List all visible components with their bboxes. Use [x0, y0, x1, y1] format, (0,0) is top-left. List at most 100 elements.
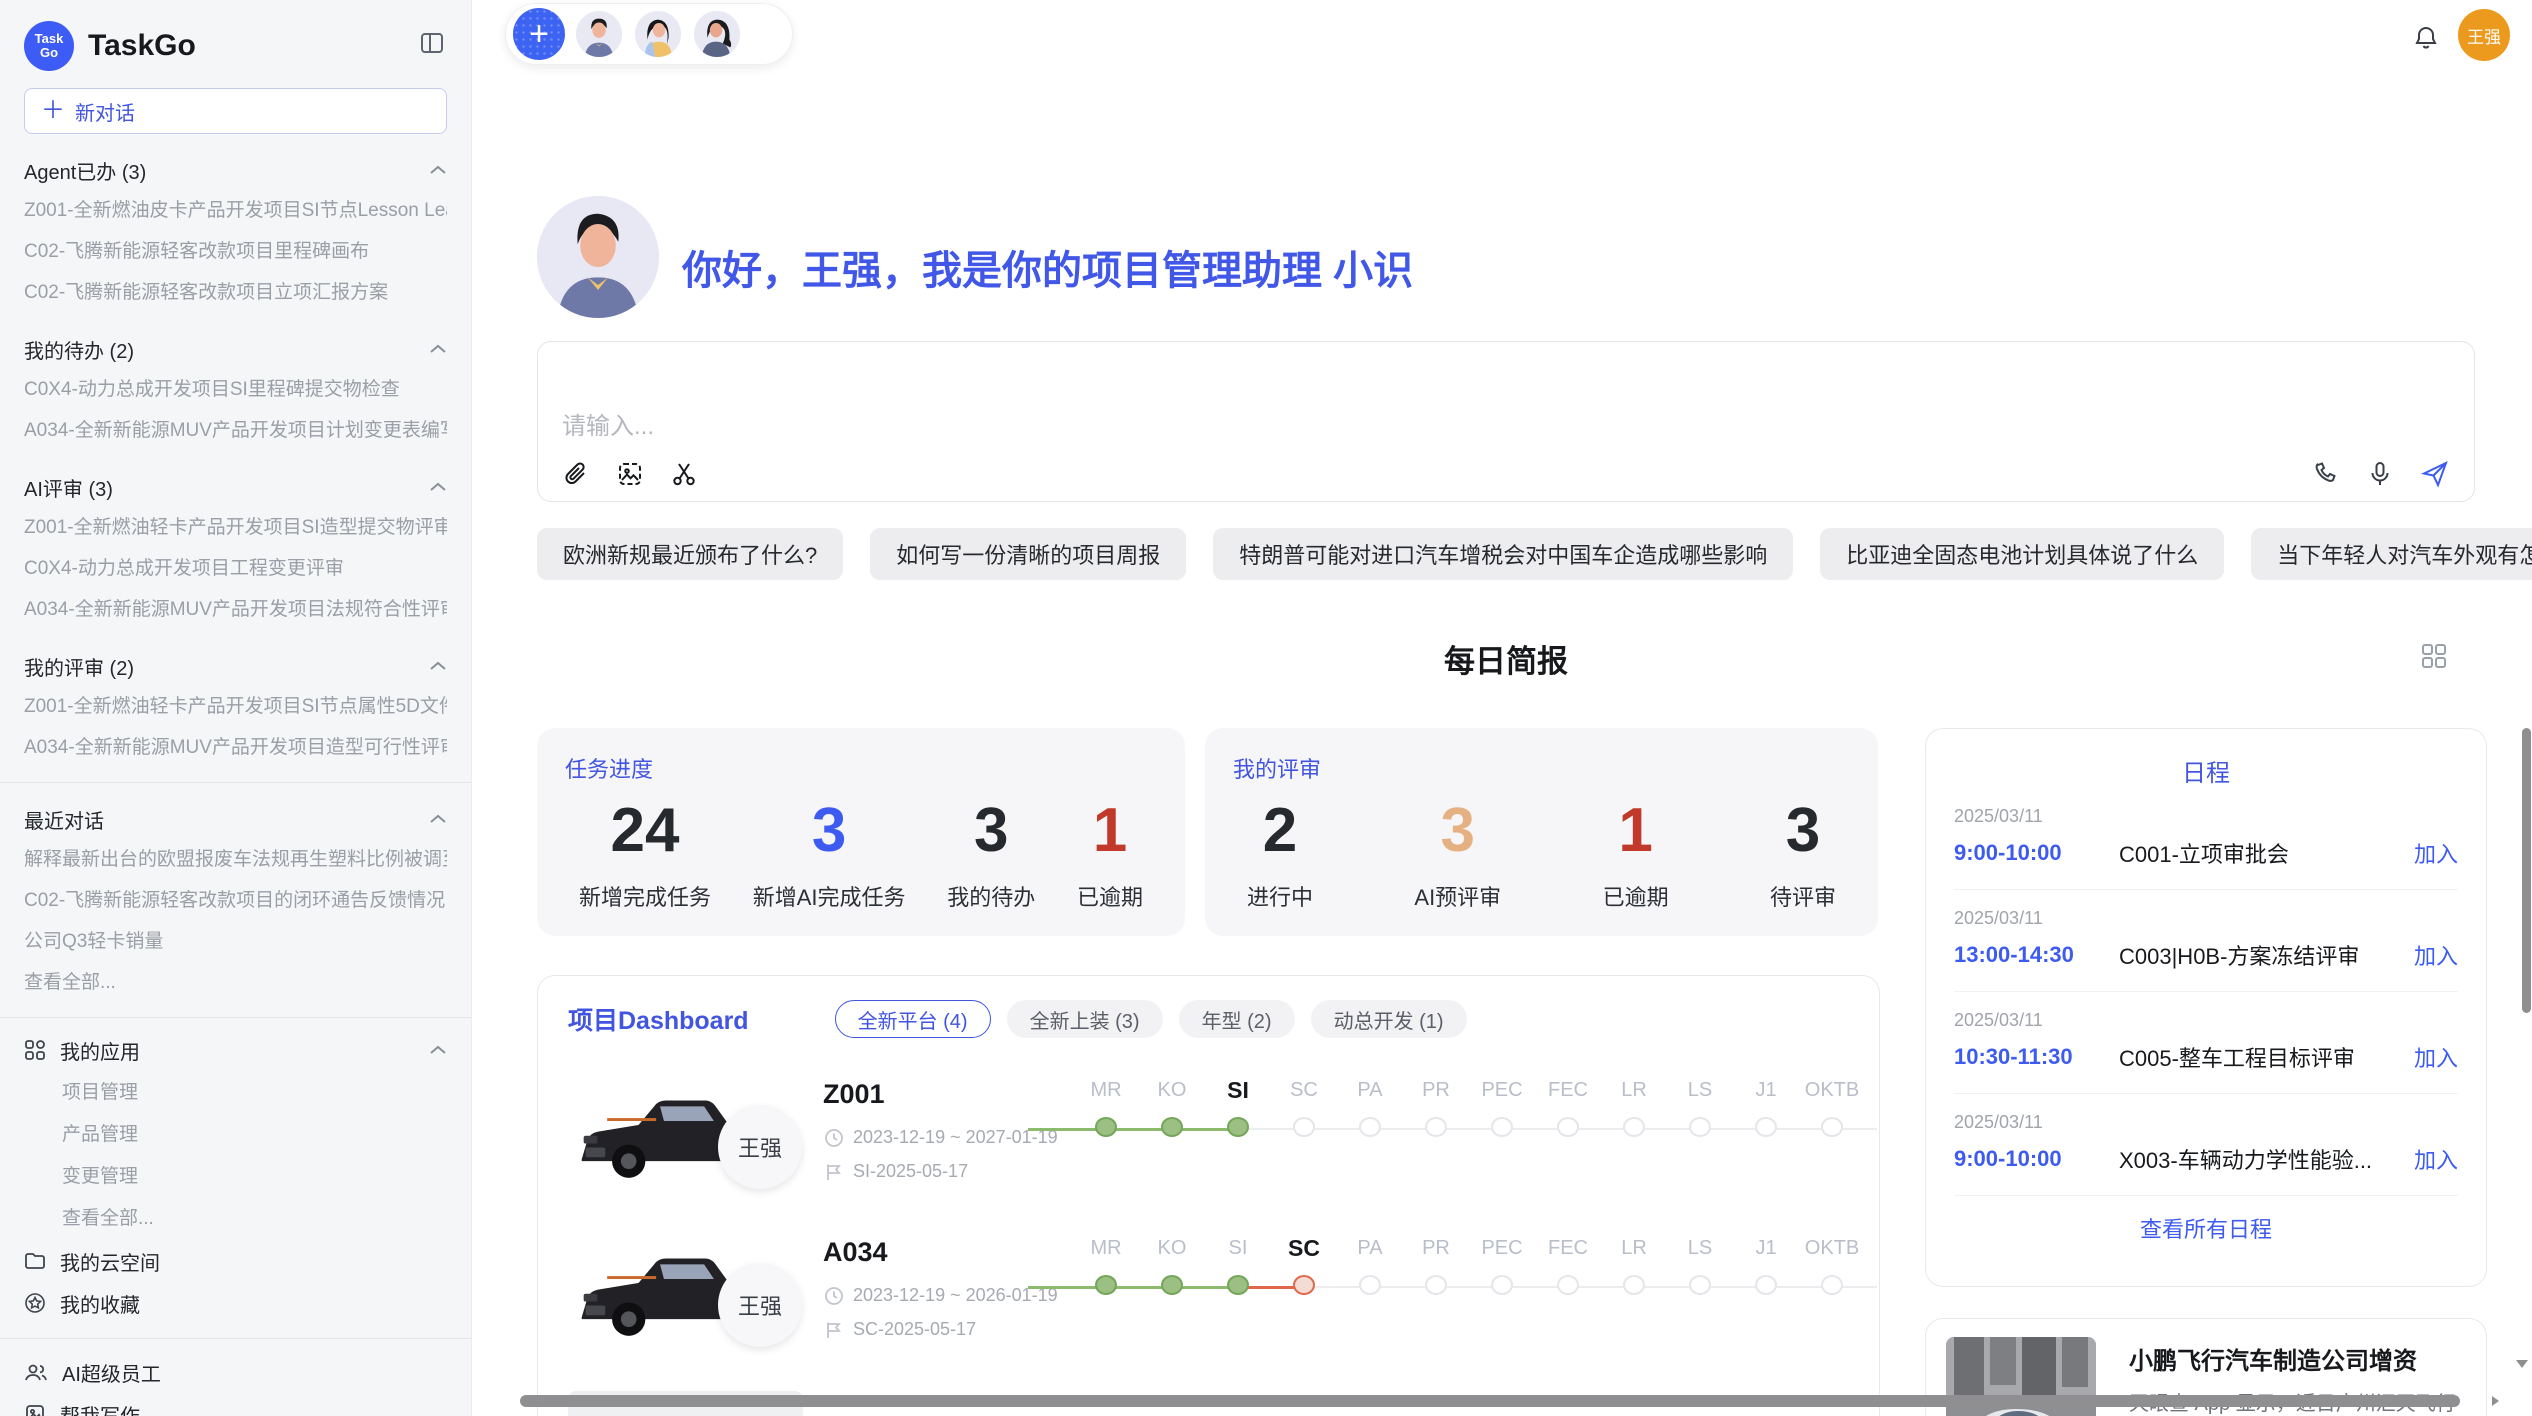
- sidebar-item-change-mgmt[interactable]: 变更管理: [24, 1156, 447, 1198]
- attachment-icon[interactable]: [562, 460, 590, 488]
- suggestion-chip[interactable]: 特朗普可能对进口汽车增税会对中国车企造成哪些影响: [1213, 528, 1793, 580]
- join-link[interactable]: 加入: [2414, 1143, 2458, 1175]
- vertical-scrollbar[interactable]: [2522, 728, 2531, 1013]
- scroll-right-arrow-icon[interactable]: [2488, 1394, 2502, 1408]
- list-item[interactable]: C02-飞腾新能源轻客改款项目里程碑画布: [24, 231, 447, 272]
- sidebar-item-my-apps[interactable]: 我的应用: [24, 1028, 447, 1072]
- list-item[interactable]: A034-全新新能源MUV产品开发项目法规符合性评审: [24, 589, 447, 630]
- card-title: 我的评审: [1233, 752, 1850, 784]
- chat-input[interactable]: [538, 342, 2474, 442]
- sidebar-item-help-writing[interactable]: 帮我写作: [24, 1393, 447, 1416]
- users-icon: [24, 1361, 48, 1383]
- list-item[interactable]: Z001-全新燃油轻卡产品开发项目SI节点属性5D文件评审: [24, 686, 447, 727]
- list-item[interactable]: A034-全新新能源MUV产品开发项目计划变更表编写: [24, 410, 447, 451]
- news-title: 小鹏飞行汽车制造公司增资: [2129, 1341, 2417, 1376]
- project-dashboard-card: 项目Dashboard 全新平台 (4) 全新上装 (3) 年型 (2) 动总开…: [537, 975, 1880, 1416]
- sidebar-item-favorites[interactable]: 我的收藏: [24, 1282, 447, 1324]
- tab-model-year[interactable]: 年型 (2): [1179, 1000, 1295, 1038]
- list-item[interactable]: C0X4-动力总成开发项目SI里程碑提交物检查: [24, 369, 447, 410]
- event-time: 10:30-11:30: [1954, 1044, 2119, 1070]
- join-link[interactable]: 加入: [2414, 939, 2458, 971]
- project-owner-badge: 王强: [718, 1105, 802, 1189]
- chevron-up-icon: [429, 660, 447, 672]
- agent-avatar-bar: +: [505, 3, 793, 65]
- list-item[interactable]: C02-飞腾新能源轻客改款项目的闭环通告反馈情况: [24, 880, 447, 921]
- image-icon[interactable]: [616, 460, 644, 488]
- microphone-icon[interactable]: [2366, 460, 2394, 488]
- project-dates: 2023-12-19 ~ 2027-01-19: [824, 1127, 1058, 1148]
- layout-grid-icon[interactable]: [2420, 642, 2448, 670]
- chat-input-card: [537, 341, 2475, 502]
- section-my-todo: 我的待办 (2) C0X4-动力总成开发项目SI里程碑提交物检查 A034-全新…: [24, 329, 447, 451]
- project-milestone-tag: SI-2025-05-17: [824, 1161, 968, 1182]
- join-link[interactable]: 加入: [2414, 837, 2458, 869]
- avatar[interactable]: [692, 9, 742, 59]
- list-item[interactable]: 解释最新出台的欧盟报废车法规再生塑料比例被调至15%...: [24, 839, 447, 880]
- project-row[interactable]: 王强 A034 2023-12-19 ~ 2026-01-19 SC-2025-…: [538, 1219, 1879, 1377]
- list-item[interactable]: C0X4-动力总成开发项目工程变更评审: [24, 548, 447, 589]
- section-title[interactable]: Agent已办 (3): [24, 150, 447, 190]
- suggestion-chip[interactable]: 当下年轻人对汽车外观有怎样的喜好趋势: [2251, 528, 2532, 580]
- join-link[interactable]: 加入: [2414, 1041, 2458, 1073]
- list-item[interactable]: Z001-全新燃油轻卡产品开发项目SI造型提交物评审: [24, 507, 447, 548]
- user-avatar[interactable]: 王强: [2458, 9, 2510, 61]
- stat-overdue: 1 已逾期: [1603, 794, 1669, 912]
- scroll-down-arrow-icon[interactable]: [2514, 1358, 2530, 1370]
- sidebar-item-cloud-space[interactable]: 我的云空间: [24, 1240, 447, 1282]
- view-all-chats[interactable]: 查看全部...: [24, 962, 447, 1003]
- horizontal-scrollbar[interactable]: [520, 1395, 2460, 1407]
- plus-icon: ＋: [41, 101, 65, 121]
- avatar[interactable]: [574, 9, 624, 59]
- sidebar: Task Go TaskGo ＋ 新对话 Agent已办 (3) Z001-全新…: [0, 0, 472, 1416]
- phone-icon[interactable]: [2312, 460, 2340, 488]
- list-item[interactable]: A034-全新新能源MUV产品开发项目造型可行性评审: [24, 727, 447, 768]
- stat-ai-prereview: 3 AI预评审: [1414, 794, 1501, 912]
- suggestion-chip[interactable]: 如何写一份清晰的项目周报: [870, 528, 1186, 580]
- chevron-up-icon: [429, 481, 447, 493]
- suggestion-chips: 欧洲新规最近颁布了什么? 如何写一份清晰的项目周报 特朗普可能对进口汽车增税会对…: [537, 528, 2475, 580]
- milestone-stepper: MR KO SI SC PA PR PEC FEC LR LS J1 OKTB: [1073, 1233, 1865, 1319]
- send-icon[interactable]: [2420, 459, 2450, 489]
- divider: [0, 1338, 471, 1339]
- new-chat-button[interactable]: ＋ 新对话: [24, 88, 447, 134]
- stat-ai-done: 3 新增AI完成任务: [753, 794, 906, 912]
- list-item[interactable]: Z001-全新燃油皮卡产品开发项目SI节点Lesson Learn报告: [24, 190, 447, 231]
- view-all-schedule-link[interactable]: 查看所有日程: [1954, 1212, 2458, 1244]
- suggestion-chip[interactable]: 欧洲新规最近颁布了什么?: [537, 528, 843, 580]
- tab-powertrain[interactable]: 动总开发 (1): [1311, 1000, 1467, 1038]
- logo-text-top: Task: [35, 32, 64, 46]
- sidebar-item-project-mgmt[interactable]: 项目管理: [24, 1072, 447, 1114]
- avatar[interactable]: [633, 9, 683, 59]
- project-milestone-tag: SC-2025-05-17: [824, 1319, 976, 1340]
- clock-icon: [824, 1286, 844, 1306]
- schedule-event: 2025/03/11 9:00-10:00 C001-立项审批会 加入: [1954, 788, 2458, 890]
- divider: [0, 1017, 471, 1018]
- notification-bell-icon[interactable]: [2412, 24, 2440, 52]
- input-toolbar: [562, 459, 2450, 489]
- section-title[interactable]: 我的待办 (2): [24, 329, 447, 369]
- event-name: X003-车辆动力学性能验...: [2119, 1143, 2414, 1175]
- section-title[interactable]: AI评审 (3): [24, 467, 447, 507]
- event-name: C003|H0B-方案冻结评审: [2119, 939, 2414, 971]
- section-title[interactable]: 最近对话: [24, 799, 447, 839]
- list-item[interactable]: C02-飞腾新能源轻客改款项目立项汇报方案: [24, 272, 447, 313]
- project-owner-badge: 王强: [718, 1263, 802, 1347]
- logo-text-bottom: Go: [40, 46, 58, 60]
- flag-icon: [824, 1162, 844, 1182]
- section-title[interactable]: 我的评审 (2): [24, 646, 447, 686]
- add-agent-button[interactable]: +: [513, 8, 565, 60]
- clock-icon: [824, 1128, 844, 1148]
- section-my-review: 我的评审 (2) Z001-全新燃油轻卡产品开发项目SI节点属性5D文件评审 A…: [24, 646, 447, 768]
- list-item[interactable]: 公司Q3轻卡销量: [24, 921, 447, 962]
- project-row[interactable]: 王强 Z001 2023-12-19 ~ 2027-01-19 SI-2025-…: [538, 1061, 1879, 1219]
- scissors-icon[interactable]: [670, 460, 698, 488]
- dashboard-tabs: 全新平台 (4) 全新上装 (3) 年型 (2) 动总开发 (1): [835, 1000, 1467, 1038]
- tab-new-body[interactable]: 全新上装 (3): [1007, 1000, 1163, 1038]
- sidebar-item-product-mgmt[interactable]: 产品管理: [24, 1114, 447, 1156]
- tab-new-platform[interactable]: 全新平台 (4): [835, 1000, 991, 1038]
- view-all-apps[interactable]: 查看全部...: [24, 1198, 447, 1240]
- suggestion-chip[interactable]: 比亚迪全固态电池计划具体说了什么: [1820, 528, 2224, 580]
- sidebar-collapse-icon[interactable]: [419, 30, 445, 56]
- writing-icon: [24, 1403, 46, 1416]
- sidebar-item-ai-super-staff[interactable]: AI超级员工: [24, 1351, 447, 1393]
